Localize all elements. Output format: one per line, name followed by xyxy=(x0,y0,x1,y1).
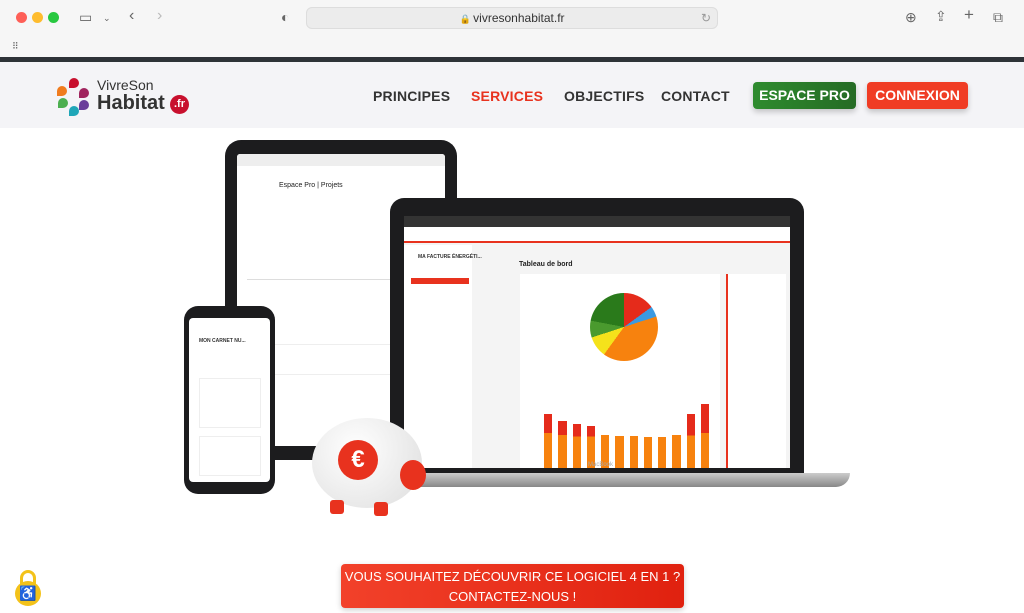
accessibility-lock-icon[interactable]: ♿ xyxy=(15,570,41,606)
connexion-button[interactable]: CONNEXION xyxy=(867,82,968,109)
euro-icon: € xyxy=(338,440,378,480)
address-bar[interactable]: 🔒 vivresonhabitat.fr ↻ xyxy=(306,7,718,29)
phone-mockup: MON CARNET NU... xyxy=(184,306,275,494)
site-header: VivreSon Habitat .fr PRINCIPES SERVICES … xyxy=(0,62,1024,128)
chevron-down-icon[interactable]: ⌄ xyxy=(103,11,111,25)
new-tab-icon[interactable]: + xyxy=(964,6,974,23)
maximize-window-button[interactable] xyxy=(48,12,59,23)
laptop-base: MacBook xyxy=(380,462,850,487)
logo-petal xyxy=(57,86,67,96)
piggy-bank-image: € xyxy=(312,418,426,516)
reload-icon[interactable]: ↻ xyxy=(701,8,711,28)
sidebar-toggle-icon[interactable]: ▭ xyxy=(79,10,92,24)
nav-services[interactable]: SERVICES xyxy=(471,88,543,104)
hero-devices-image: Espace Pro | Projets MA FACTURE ÉNERGÉTI… xyxy=(0,128,1024,613)
laptop-mockup: MA FACTURE ÉNERGÉTI... Tableau de bord xyxy=(390,198,804,473)
forward-icon[interactable]: › xyxy=(157,8,162,24)
back-icon[interactable]: ‹ xyxy=(129,8,134,24)
nav-contact[interactable]: CONTACT xyxy=(661,88,730,104)
lock-icon: 🔒 xyxy=(459,14,474,24)
site-logo[interactable]: VivreSon Habitat .fr xyxy=(55,76,195,116)
logo-petal xyxy=(58,98,68,108)
nav-principes[interactable]: PRINCIPES xyxy=(373,88,450,104)
espace-pro-button[interactable]: ESPACE PRO xyxy=(753,82,856,109)
pie-chart xyxy=(590,293,658,361)
close-window-button[interactable] xyxy=(16,12,27,23)
contact-cta-button[interactable]: VOUS SOUHAITEZ DÉCOUVRIR CE LOGICIEL 4 E… xyxy=(341,564,684,608)
favorites-grid-icon[interactable]: ⠿ xyxy=(12,39,19,53)
nav-objectifs[interactable]: OBJECTIFS xyxy=(564,88,644,104)
browser-toolbar: ▭ ⌄ ‹ › ◐ 🔒 vivresonhabitat.fr ↻ ⊕ ⇪ + ⧉ … xyxy=(0,0,1024,58)
logo-petal xyxy=(69,106,79,116)
logo-petal xyxy=(79,88,89,98)
privacy-shield-icon[interactable]: ◐ xyxy=(281,10,289,24)
logo-petal xyxy=(79,100,89,110)
logo-petal xyxy=(69,78,79,88)
downloads-icon[interactable]: ⊕ xyxy=(905,10,917,24)
minimize-window-button[interactable] xyxy=(32,12,43,23)
share-icon[interactable]: ⇪ xyxy=(935,9,947,23)
tab-overview-icon[interactable]: ⧉ xyxy=(993,10,1003,24)
